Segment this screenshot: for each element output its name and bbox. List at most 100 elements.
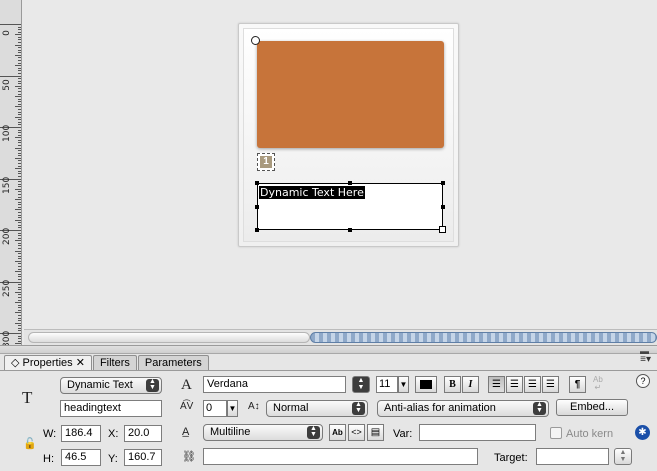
accessibility-icon[interactable]: ✱	[635, 425, 650, 440]
textfield-text[interactable]: Dynamic Text Here	[259, 186, 365, 199]
embed-button[interactable]: Embed...	[556, 399, 628, 416]
orange-image-box[interactable]	[257, 41, 444, 148]
y-label: Y:	[108, 453, 118, 465]
tab-properties[interactable]: ◇ Properties ✕	[4, 355, 92, 371]
ruler-minor-tick	[18, 26, 21, 28]
ruler-minor-tick	[18, 132, 21, 134]
letter-spacing-dropdown-icon[interactable]: ▼	[227, 400, 238, 417]
paragraph-format-button[interactable]: ¶	[569, 376, 586, 393]
ruler-minor-tick	[18, 196, 21, 198]
auto-kern-checkbox[interactable]	[550, 427, 562, 439]
ruler-minor-tick	[18, 67, 21, 69]
render-html-button[interactable]: <>	[348, 424, 365, 441]
char-position-select[interactable]: Normal ▲ ▼	[266, 400, 368, 417]
ruler-tick	[15, 137, 21, 139]
scrollbar-track[interactable]	[28, 332, 310, 343]
resize-handle-bl[interactable]	[255, 228, 259, 232]
ruler-tick	[15, 168, 21, 170]
width-field[interactable]: 186.4	[61, 425, 101, 442]
textfield-corner-handle[interactable]	[439, 226, 446, 233]
ruler-minor-tick	[18, 108, 21, 110]
letter-spacing-field[interactable]: 0	[203, 400, 227, 417]
stage[interactable]: 0 50 100 150 200 250 300 1 Dynamic Text Here	[0, 0, 657, 345]
show-border-button[interactable]: ▤	[367, 424, 384, 441]
ruler-label: 50	[2, 78, 12, 91]
height-field[interactable]: 46.5	[61, 449, 101, 466]
var-field[interactable]	[419, 424, 536, 441]
dynamic-text-field[interactable]: Dynamic Text Here	[257, 183, 443, 230]
ruler-minor-tick	[18, 49, 21, 51]
letter-spacing-icon: A͡V	[180, 401, 194, 412]
panel-options-menu-icon[interactable]: ≡▾	[640, 354, 651, 365]
ruler-minor-tick	[18, 181, 21, 183]
text-color-swatch[interactable]	[415, 376, 437, 393]
tab-close-icon[interactable]: ✕	[76, 357, 85, 369]
ruler-tick	[15, 106, 21, 108]
char-position-value: Normal	[273, 402, 309, 414]
ruler-tick	[15, 291, 21, 293]
url-field[interactable]	[203, 448, 478, 465]
ruler-tick	[15, 157, 21, 159]
italic-button[interactable]: I	[462, 376, 479, 393]
panel-drag-bar[interactable]	[0, 346, 657, 354]
ruler-minor-tick	[18, 204, 21, 206]
y-field[interactable]: 160.7	[124, 449, 162, 466]
ruler-minor-tick	[18, 320, 21, 322]
resize-handle-b[interactable]	[348, 228, 352, 232]
var-label: Var:	[393, 428, 413, 440]
font-name-field[interactable]: Verdana	[203, 376, 346, 393]
instance-name-field[interactable]: headingtext	[60, 400, 162, 417]
ruler-minor-tick	[18, 72, 21, 74]
lock-icon[interactable]: 🔓	[23, 437, 37, 450]
ruler-minor-tick	[18, 155, 21, 157]
ruler-minor-tick	[18, 93, 21, 95]
resize-handle-l[interactable]	[255, 205, 259, 209]
line-type-select[interactable]: Multiline ▲ ▼	[203, 424, 323, 441]
line-type-icon: A̲	[182, 426, 190, 438]
font-size-dropdown-icon[interactable]: ▼	[398, 376, 409, 393]
target-field[interactable]	[536, 448, 609, 465]
scrollbar-thumb[interactable]	[310, 332, 657, 343]
align-justify-button[interactable]: ☰	[542, 376, 559, 393]
target-dropdown-icon[interactable]: ▲ ▼	[614, 448, 632, 465]
font-menu-button[interactable]: ▲ ▼	[352, 376, 370, 393]
ruler-tick	[15, 209, 21, 211]
ruler-minor-tick	[18, 175, 21, 177]
color-swatch-fill	[420, 380, 432, 389]
ruler-minor-tick	[18, 242, 21, 244]
component-badge[interactable]: 1	[257, 153, 275, 171]
w-label: W:	[43, 428, 57, 440]
resize-handle-r[interactable]	[441, 205, 445, 209]
ruler-tick	[15, 260, 21, 262]
ruler-tick	[15, 250, 21, 252]
ruler-minor-tick	[18, 124, 21, 126]
anti-alias-select[interactable]: Anti-alias for animation ▲ ▼	[377, 400, 549, 417]
ruler-minor-tick	[18, 266, 21, 268]
bold-button[interactable]: B	[444, 376, 461, 393]
tab-expand-icon: ◇	[11, 357, 23, 369]
font-size-field[interactable]: 11	[376, 376, 398, 393]
help-icon[interactable]: ?	[636, 374, 650, 388]
align-right-button[interactable]: ☰	[524, 376, 541, 393]
ruler-minor-tick	[18, 286, 21, 288]
ruler-minor-tick	[18, 60, 21, 62]
align-center-button[interactable]: ☰	[506, 376, 523, 393]
ruler-minor-tick	[18, 296, 21, 298]
tab-parameters[interactable]: Parameters	[137, 355, 209, 371]
tab-filters[interactable]: Filters	[92, 355, 137, 371]
ruler-minor-tick	[18, 214, 21, 216]
ruler-minor-tick	[18, 119, 21, 121]
ruler-label: 150	[2, 176, 12, 194]
align-left-button[interactable]: ☰	[488, 376, 505, 393]
text-type-select[interactable]: Dynamic Text ▲ ▼	[60, 377, 162, 394]
selectable-text-button[interactable]: Ab	[329, 424, 346, 441]
ruler-minor-tick	[18, 263, 21, 265]
ruler-minor-tick	[18, 173, 21, 175]
horizontal-scrollbar[interactable]	[24, 329, 657, 345]
resize-handle-tl[interactable]	[255, 181, 259, 185]
x-field[interactable]: 20.0	[124, 425, 162, 442]
resize-handle-tr[interactable]	[441, 181, 445, 185]
ruler-minor-tick	[18, 114, 21, 116]
resize-handle-t[interactable]	[348, 181, 352, 185]
ruler-tick	[15, 312, 21, 314]
